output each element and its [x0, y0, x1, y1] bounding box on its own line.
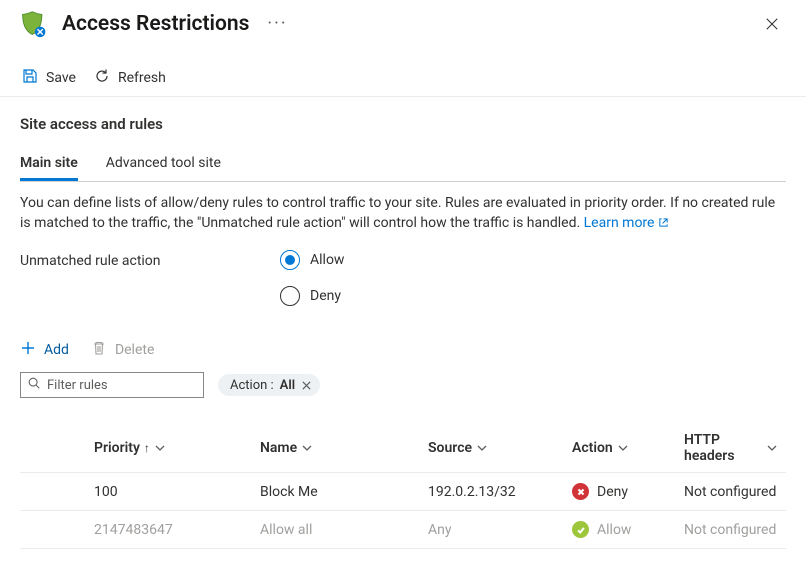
more-actions-button[interactable]: ··· — [263, 14, 291, 34]
radio-deny-label: Deny — [310, 288, 341, 304]
chevron-down-icon — [154, 442, 166, 454]
deny-icon — [572, 483, 589, 500]
external-link-icon — [658, 215, 669, 235]
refresh-label: Refresh — [118, 70, 166, 86]
chip-clear-button[interactable] — [301, 380, 312, 391]
chip-key: Action : — [230, 378, 274, 393]
radio-icon — [280, 286, 300, 306]
section-title: Site access and rules — [20, 115, 786, 133]
radio-allow[interactable]: Allow — [280, 250, 344, 270]
allow-icon — [572, 521, 589, 538]
search-icon — [27, 376, 41, 394]
filter-chip-action[interactable]: Action : All — [218, 374, 320, 396]
trash-icon — [91, 340, 107, 360]
cell-action: Allow — [572, 521, 684, 538]
cell-http-headers: Not configured — [684, 522, 778, 538]
cell-name: Block Me — [260, 484, 428, 500]
table-row[interactable]: 100Block Me192.0.2.13/32DenyNot configur… — [20, 473, 786, 511]
filter-placeholder: Filter rules — [47, 378, 108, 393]
col-http-headers[interactable]: HTTP headers — [684, 432, 778, 464]
cell-name: Allow all — [260, 522, 428, 538]
save-icon — [22, 68, 38, 88]
cell-priority: 100 — [94, 484, 260, 500]
chip-value: All — [280, 378, 295, 393]
cell-source: 192.0.2.13/32 — [428, 484, 572, 500]
tabs: Main site Advanced tool site — [20, 149, 786, 182]
save-button[interactable]: Save — [22, 68, 76, 88]
description: You can define lists of allow/deny rules… — [20, 194, 786, 234]
cell-priority: 2147483647 — [94, 522, 260, 538]
table-row[interactable]: 2147483647Allow allAnyAllowNot configure… — [20, 511, 786, 549]
chevron-down-icon — [301, 442, 313, 454]
radio-icon — [280, 250, 300, 270]
col-source[interactable]: Source — [428, 440, 572, 456]
tab-main-site[interactable]: Main site — [20, 149, 78, 181]
add-button[interactable]: Add — [20, 340, 69, 360]
shield-icon — [20, 10, 48, 38]
col-name[interactable]: Name — [260, 440, 428, 456]
tab-advanced-tool-site[interactable]: Advanced tool site — [106, 149, 221, 181]
sort-asc-icon: ↑ — [144, 441, 150, 455]
chevron-down-icon — [617, 442, 629, 454]
unmatched-rule-label: Unmatched rule action — [20, 250, 280, 306]
page-title: Access Restrictions — [62, 12, 249, 36]
col-action[interactable]: Action — [572, 440, 684, 456]
chevron-down-icon — [766, 442, 778, 454]
plus-icon — [20, 340, 36, 360]
chevron-down-icon — [476, 442, 488, 454]
learn-more-link[interactable]: Learn more — [584, 215, 670, 231]
cell-http-headers: Not configured — [684, 484, 778, 500]
delete-button: Delete — [91, 340, 154, 360]
rules-table: Priority ↑ Name Source Action HTTP — [20, 428, 786, 549]
col-priority[interactable]: Priority ↑ — [94, 440, 260, 456]
delete-label: Delete — [115, 342, 154, 358]
radio-allow-label: Allow — [310, 252, 344, 268]
cell-source: Any — [428, 522, 572, 538]
cell-action: Deny — [572, 483, 684, 500]
refresh-icon — [94, 68, 110, 88]
add-label: Add — [44, 342, 69, 358]
save-label: Save — [46, 70, 76, 86]
close-button[interactable] — [754, 10, 790, 38]
radio-deny[interactable]: Deny — [280, 286, 344, 306]
filter-input[interactable]: Filter rules — [20, 372, 204, 398]
refresh-button[interactable]: Refresh — [94, 68, 166, 88]
